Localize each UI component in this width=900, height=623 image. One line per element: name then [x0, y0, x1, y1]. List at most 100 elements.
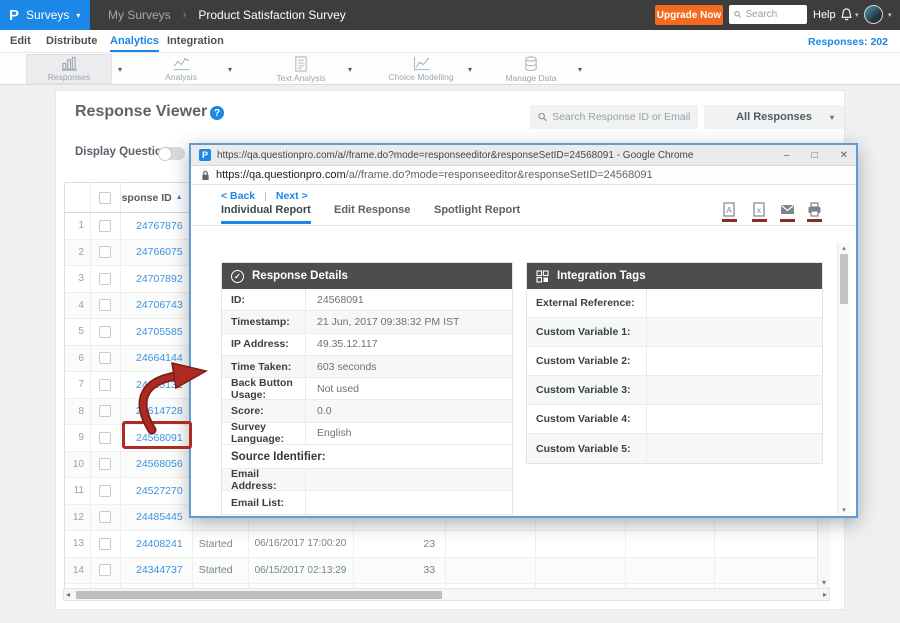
maximize-button[interactable]: □ — [812, 150, 818, 161]
menu-edit[interactable]: Edit — [10, 35, 31, 47]
menu-analytics[interactable]: Analytics — [110, 35, 159, 52]
integration-tags-panel: Integration Tags External Reference: Cus… — [526, 262, 823, 464]
response-id-link[interactable]: 24408241 — [121, 531, 193, 557]
toolbar-text-analysis-label: Text Analysis — [276, 73, 325, 83]
export-pdf-icon[interactable]: A — [722, 202, 737, 217]
help-question-icon[interactable]: ? — [210, 106, 224, 120]
product-menu[interactable]: P Surveys ▾ — [0, 0, 90, 30]
analysis-line-chart-icon — [172, 56, 191, 71]
pdf-underline — [722, 219, 737, 222]
row-checkbox[interactable] — [99, 246, 111, 258]
select-all-checkbox[interactable] — [99, 192, 111, 204]
row-number: 11 — [65, 478, 91, 504]
choice-modelling-caret-icon[interactable]: ▾ — [468, 65, 472, 74]
responses-count[interactable]: Responses: 202 — [808, 36, 888, 48]
toolbar-choice-modelling-button[interactable]: Choice Modelling — [378, 54, 464, 84]
global-search-box — [729, 5, 807, 24]
toolbar-analysis-label: Analysis — [165, 72, 197, 82]
user-avatar[interactable] — [864, 5, 883, 24]
tab-edit-response[interactable]: Edit Response — [334, 204, 410, 216]
popup-vertical-scrollbar[interactable]: ▴ ▾ — [837, 243, 850, 515]
table-horizontal-scrollbar[interactable]: ◂ ▸ — [63, 588, 830, 601]
row-checkbox[interactable] — [99, 485, 111, 497]
scroll-down-icon[interactable]: ▾ — [818, 578, 830, 587]
scroll-left-icon[interactable]: ◂ — [66, 590, 70, 599]
toolbar-analysis-button[interactable]: Analysis — [138, 54, 224, 84]
text-analysis-caret-icon[interactable]: ▾ — [348, 65, 352, 74]
response-id-link[interactable]: 24625131 — [121, 372, 193, 398]
response-filter-dropdown[interactable]: All Responses ▾ — [704, 105, 844, 129]
print-underline — [807, 219, 822, 222]
toolbar-manage-data-button[interactable]: Manage Data — [488, 54, 574, 84]
response-id-link[interactable]: 24766075 — [121, 240, 193, 266]
help-link[interactable]: Help — [813, 9, 836, 21]
menu-integration[interactable]: Integration — [167, 35, 224, 47]
response-id-link[interactable]: 24344737 — [121, 558, 193, 584]
integration-puzzle-icon — [536, 270, 549, 283]
row-checkbox[interactable] — [99, 379, 111, 391]
header-response-id[interactable]: Response ID▲ — [121, 183, 193, 212]
detail-row: IP Address:49.35.12.117 — [222, 334, 512, 356]
lock-icon — [201, 170, 210, 181]
response-id-link[interactable]: 24568056 — [121, 452, 193, 478]
scroll-right-icon[interactable]: ▸ — [823, 590, 827, 599]
minimize-button[interactable]: – — [784, 150, 790, 161]
address-bar[interactable]: https://qa.questionpro.com/a//frame.do?m… — [191, 166, 856, 185]
choice-modelling-chart-icon — [412, 56, 431, 71]
row-checkbox[interactable] — [99, 538, 111, 550]
text-analysis-doc-icon — [294, 56, 308, 72]
horizontal-scroll-thumb[interactable] — [76, 591, 442, 599]
close-button[interactable]: ✕ — [840, 150, 848, 161]
toolbar-text-analysis-button[interactable]: Text Analysis — [258, 54, 344, 84]
scroll-down-icon[interactable]: ▾ — [838, 506, 850, 514]
row-checkbox[interactable] — [99, 432, 111, 444]
row-checkbox[interactable] — [99, 220, 111, 232]
row-checkbox[interactable] — [99, 273, 111, 285]
response-id-link[interactable]: 24705585 — [121, 319, 193, 345]
toolbar-responses-button[interactable]: Responses — [26, 54, 112, 84]
row-checkbox[interactable] — [99, 326, 111, 338]
row-number: 14 — [65, 558, 91, 584]
breadcrumb-parent[interactable]: My Surveys — [108, 8, 171, 22]
row-checkbox[interactable] — [99, 299, 111, 311]
row-number: 5 — [65, 319, 91, 345]
scroll-up-icon[interactable]: ▴ — [838, 244, 850, 252]
avatar-caret-icon[interactable]: ▾ — [888, 11, 892, 19]
response-id-link[interactable]: 24767876 — [121, 213, 193, 239]
breadcrumb: My Surveys › Product Satisfaction Survey — [108, 0, 346, 30]
response-id-link[interactable]: 24707892 — [121, 266, 193, 292]
svg-text:A: A — [726, 206, 732, 215]
row-number: 4 — [65, 293, 91, 319]
tab-spotlight-report[interactable]: Spotlight Report — [434, 204, 520, 216]
top-navbar: P Surveys ▾ My Surveys › Product Satisfa… — [0, 0, 900, 30]
response-id-link[interactable]: 24706743 — [121, 293, 193, 319]
email-report-icon[interactable] — [780, 202, 795, 217]
row-checkbox[interactable] — [99, 352, 111, 364]
display-questions-toggle[interactable] — [158, 147, 185, 160]
response-details-header: ✓ Response Details — [222, 263, 512, 289]
notifications-bell-icon[interactable] — [839, 7, 854, 23]
response-id-link[interactable]: 24485445 — [121, 505, 193, 531]
print-icon[interactable] — [807, 202, 822, 217]
row-checkbox[interactable] — [99, 405, 111, 417]
responses-caret-icon[interactable]: ▾ — [118, 65, 122, 74]
response-search-input[interactable] — [552, 111, 690, 123]
analysis-caret-icon[interactable]: ▾ — [228, 65, 232, 74]
responses-chart-icon — [60, 56, 79, 71]
manage-data-caret-icon[interactable]: ▾ — [578, 65, 582, 74]
menu-distribute[interactable]: Distribute — [46, 35, 97, 47]
bell-caret-icon[interactable]: ▾ — [855, 11, 859, 19]
popup-scroll-thumb[interactable] — [840, 254, 848, 304]
row-number: 6 — [65, 346, 91, 372]
upgrade-now-button[interactable]: Upgrade Now — [655, 5, 723, 25]
row-checkbox[interactable] — [99, 564, 111, 576]
response-id-link[interactable]: 24527270 — [121, 478, 193, 504]
row-checkbox[interactable] — [99, 458, 111, 470]
export-excel-icon[interactable]: x — [752, 202, 767, 217]
popup-title-bar[interactable]: P https://qa.questionpro.com/a//frame.do… — [191, 145, 856, 166]
tag-row: External Reference: — [527, 289, 822, 318]
response-id-link[interactable]: 24664144 — [121, 346, 193, 372]
tab-individual-report[interactable]: Individual Report — [221, 204, 311, 224]
global-search-input[interactable] — [745, 9, 802, 20]
row-checkbox[interactable] — [99, 511, 111, 523]
